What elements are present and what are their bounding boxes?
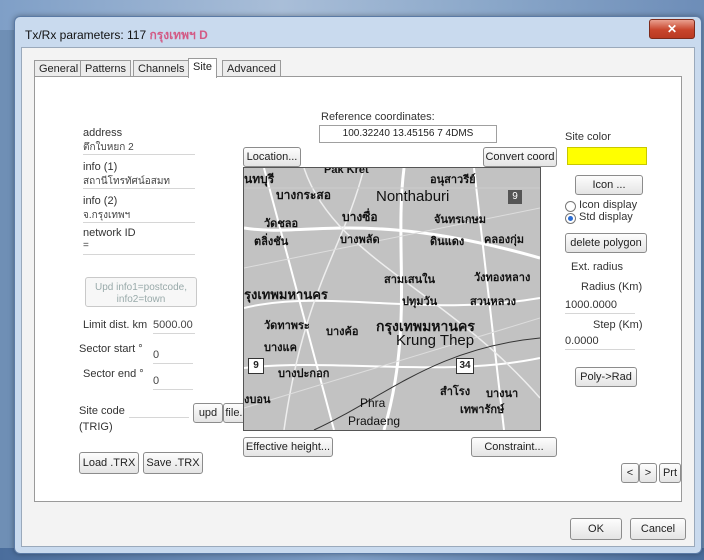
map-route-34: 34	[456, 358, 474, 374]
icon-display-label: Icon display	[579, 199, 638, 211]
constraint-button[interactable]: Constraint...	[471, 437, 557, 457]
std-display-label: Std display	[579, 211, 633, 223]
map-label-th-8: คลองกุ่ม	[484, 234, 524, 246]
std-display-radio[interactable]	[565, 213, 576, 224]
map-label-th-10: วังทองหลาง	[474, 272, 531, 284]
site-map[interactable]: นทบุรี Pak Kret อนุสาวรีย์ 9 บางกระสอ No…	[243, 167, 541, 431]
close-button[interactable]: ✕	[649, 19, 695, 39]
map-label-th-19: เทพารักษ์	[460, 404, 505, 416]
upd-info-button[interactable]: Upd info1=postcode, info2=town	[85, 277, 197, 307]
dialog-client-area: General Patterns Channels Site Advanced …	[21, 47, 695, 547]
network-id-field[interactable]: =	[83, 240, 195, 255]
limit-dist-label: Limit dist. km	[83, 319, 148, 331]
site-tab-panel: address ตึกใบหยก 2 info (1) สถานีโทรทัศน…	[34, 76, 682, 502]
tab-patterns[interactable]: Patterns	[80, 60, 131, 77]
map-label-th-14: บางค้อ	[326, 326, 359, 338]
map-route-9-top: 9	[508, 190, 522, 204]
window-title: Tx/Rx parameters: 117 กรุงเทพฯ D	[25, 26, 208, 45]
radius-label: Radius (Km)	[581, 281, 643, 293]
info1-field[interactable]: สถานีโทรทัศน์อสมท	[83, 174, 195, 189]
upd-info-line2: info2=town	[116, 294, 166, 305]
reference-coordinates-field[interactable]: 100.32240 13.45156 7 4DMS	[319, 125, 497, 143]
map-label-phra: Phra	[360, 396, 386, 410]
map-label-pak-kret: Pak Kret	[324, 167, 369, 176]
sector-end-label: Sector end °	[83, 368, 144, 380]
map-label-th-22: งบอน	[244, 394, 271, 406]
sector-start-field[interactable]: 0	[153, 349, 193, 364]
cancel-button[interactable]: Cancel	[630, 518, 686, 540]
save-trx-button[interactable]: Save .TRX	[143, 452, 203, 474]
map-label-th-15: บางแค	[264, 342, 297, 354]
next-button[interactable]: >	[639, 463, 657, 483]
map-label-th-11: ปทุมวัน	[402, 296, 438, 308]
prev-button[interactable]: <	[621, 463, 639, 483]
map-label-th-5: จันทรเกษม	[434, 214, 487, 226]
map-label-nonthaburi: Nonthaburi	[376, 188, 450, 205]
map-label-bangkok-thai: รุงเทพมหานคร	[244, 287, 328, 302]
load-trx-button[interactable]: Load .TRX	[79, 452, 139, 474]
map-route-9: 9	[248, 358, 264, 374]
close-icon: ✕	[666, 22, 678, 36]
tab-site[interactable]: Site	[188, 58, 217, 78]
address-field[interactable]: ตึกใบหยก 2	[83, 140, 195, 155]
txrx-parameters-window: Tx/Rx parameters: 117 กรุงเทพฯ D ✕ Gener…	[14, 16, 702, 554]
info2-field[interactable]: จ.กรุงเทพฯ	[83, 208, 195, 223]
window-title-site-name: กรุงเทพฯ D	[149, 28, 208, 42]
map-label-th-9: สามเสนใน	[384, 274, 436, 286]
site-code-field[interactable]	[129, 405, 189, 418]
sector-start-label: Sector start °	[79, 343, 143, 355]
upd-button[interactable]: upd	[193, 403, 223, 423]
site-code-value: (TRIG)	[79, 421, 113, 433]
site-color-swatch[interactable]	[567, 147, 647, 165]
map-label-th-7: ดินแดง	[430, 236, 465, 248]
map-label-pradaeng: Pradaeng	[348, 414, 401, 428]
map-label-th-1: นทบุรี	[244, 172, 275, 186]
window-title-prefix: Tx/Rx parameters: 117	[25, 28, 150, 42]
location-button[interactable]: Location...	[243, 147, 301, 167]
poly-to-rad-button[interactable]: Poly->Rad	[575, 367, 637, 387]
site-code-label: Site code	[79, 405, 125, 417]
effective-height-button[interactable]: Effective height...	[243, 437, 333, 457]
map-label-th-2: บางกระสอ	[276, 188, 331, 202]
radius-field[interactable]: 1000.0000	[565, 299, 635, 314]
info2-label: info (2)	[83, 195, 118, 207]
tab-advanced[interactable]: Advanced	[222, 60, 281, 77]
ok-button[interactable]: OK	[570, 518, 622, 540]
map-label-th-13: วัดทาพระ	[264, 320, 310, 332]
map-label-th-16: บางปะกอก	[278, 368, 330, 380]
reference-coordinates-title: Reference coordinates:	[321, 111, 435, 123]
prt-button[interactable]: Prt	[659, 463, 681, 483]
title-bar[interactable]: Tx/Rx parameters: 117 กรุงเทพฯ D ✕	[15, 17, 701, 45]
info1-label: info (1)	[83, 161, 118, 173]
map-label-krung-thep: Krung Thep	[396, 332, 475, 349]
map-label-th-20: ตลิ่งชัน	[254, 236, 289, 248]
step-label: Step (Km)	[593, 319, 643, 331]
map-label-th-4: บางซื่อ	[342, 210, 378, 224]
network-id-label: network ID	[83, 227, 136, 239]
map-label-th-6: บางพลัด	[340, 234, 380, 246]
limit-dist-field[interactable]: 5000.00	[153, 319, 195, 334]
tab-general[interactable]: General	[34, 60, 84, 77]
map-label-th-17: สำโรง	[440, 386, 471, 398]
icon-display-radio[interactable]	[565, 201, 576, 212]
icon-button[interactable]: Icon ...	[575, 175, 643, 195]
convert-coord-button[interactable]: Convert coord	[483, 147, 557, 167]
step-field[interactable]: 0.0000	[565, 335, 635, 350]
delete-polygon-button[interactable]: delete polygon	[565, 233, 647, 253]
site-color-label: Site color	[565, 131, 611, 143]
upd-info-line1: Upd info1=postcode,	[94, 282, 187, 293]
map-label-th-3: อนุสาวรีย์	[430, 174, 476, 186]
map-label-th-12: สวนหลวง	[470, 296, 516, 308]
address-label: address	[83, 127, 123, 139]
tab-channels[interactable]: Channels	[133, 60, 190, 77]
sector-end-field[interactable]: 0	[153, 375, 193, 390]
map-label-th-21: วัดชลอ	[264, 218, 299, 230]
ext-radius-label: Ext. radius	[571, 261, 623, 273]
